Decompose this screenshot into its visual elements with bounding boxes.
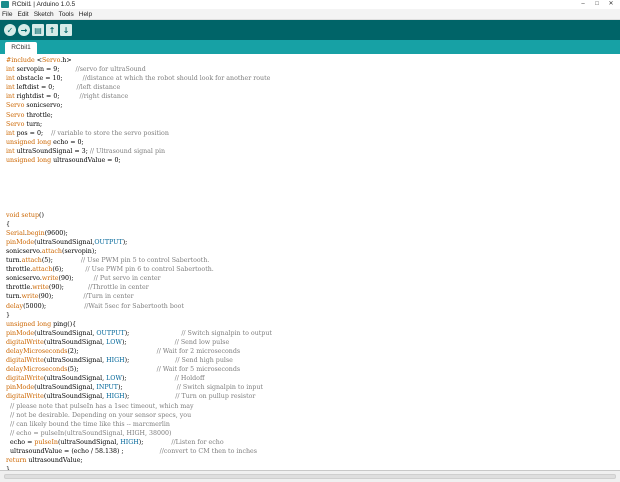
code-line[interactable] xyxy=(6,202,618,211)
code-line[interactable] xyxy=(6,165,618,174)
code-line[interactable]: Serial.begin(9600); xyxy=(6,229,618,238)
verify-button[interactable]: ✓ xyxy=(4,24,16,36)
code-line[interactable]: unsigned long ping(){ xyxy=(6,320,618,329)
save-sketch-button[interactable]: ↓ xyxy=(60,24,72,36)
arduino-app-icon xyxy=(1,1,9,8)
minimize-button[interactable]: – xyxy=(578,1,588,8)
code-line[interactable]: int pos = 0; // variable to store the se… xyxy=(6,129,618,138)
code-line[interactable]: pinMode(ultraSoundSignal, INPUT); // Swi… xyxy=(6,383,618,392)
code-editor[interactable]: #include <Servo.h> int servopin = 9; //se… xyxy=(0,54,620,470)
horizontal-scrollbar[interactable] xyxy=(0,470,620,482)
code-line[interactable]: unsigned long echo = 0; xyxy=(6,138,618,147)
code-line[interactable]: turn.write(90); //Turn in center xyxy=(6,292,618,301)
scrollbar-thumb[interactable] xyxy=(4,474,616,479)
code-line[interactable]: delayMicroseconds(5); // Wait for 5 micr… xyxy=(6,365,618,374)
code-line[interactable]: } xyxy=(6,311,618,320)
code-line[interactable]: #include <Servo.h> xyxy=(6,56,618,65)
code-line[interactable]: Servo turn; xyxy=(6,120,618,129)
code-line[interactable]: digitalWrite(ultraSoundSignal, HIGH); //… xyxy=(6,356,618,365)
arrow-right-icon: → xyxy=(20,25,28,35)
code-line[interactable]: int servopin = 9; //servo for ultraSound xyxy=(6,65,618,74)
code-line[interactable]: pinMode(ultraSoundSignal, OUTPUT); // Sw… xyxy=(6,329,618,338)
checkmark-icon: ✓ xyxy=(6,25,14,35)
code-line[interactable] xyxy=(6,192,618,201)
code-line[interactable] xyxy=(6,174,618,183)
toolbar: ✓ → ▤ ↑ ↓ xyxy=(0,20,620,40)
new-file-icon: ▤ xyxy=(34,25,42,35)
arrow-down-icon: ↓ xyxy=(62,25,70,35)
code-line[interactable]: return ultrasoundValue; xyxy=(6,456,618,465)
code-line[interactable]: int ultraSoundSignal = 3; // Ultrasound … xyxy=(6,147,618,156)
upload-button[interactable]: → xyxy=(18,24,30,36)
window-controls: – □ ✕ xyxy=(578,1,616,8)
tab-bar: RCbil1 xyxy=(0,40,620,54)
open-sketch-button[interactable]: ↑ xyxy=(46,24,58,36)
code-line[interactable]: delayMicroseconds(2); // Wait for 2 micr… xyxy=(6,347,618,356)
code-line[interactable]: ultrasoundValue = (echo / 58.138) ; //co… xyxy=(6,447,618,456)
code-line[interactable]: digitalWrite(ultraSoundSignal, HIGH); //… xyxy=(6,392,618,401)
code-line[interactable]: // please note that pulseIn has a 1sec t… xyxy=(6,402,618,411)
title-bar: RCbil1 | Arduino 1.0.5 – □ ✕ xyxy=(0,0,620,9)
code-line[interactable]: Servo throttle; xyxy=(6,111,618,120)
code-line[interactable]: sonicservo.write(90); // Put servo in ce… xyxy=(6,274,618,283)
close-button[interactable]: ✕ xyxy=(606,1,616,8)
code-line[interactable]: // can likely bound the time like this -… xyxy=(6,420,618,429)
arrow-up-icon: ↑ xyxy=(48,25,56,35)
code-line[interactable]: Servo sonicservo; xyxy=(6,101,618,110)
code-line[interactable]: void setup() xyxy=(6,211,618,220)
code-line[interactable]: delay(5000); //Wait 5sec for Sabertooth … xyxy=(6,302,618,311)
code-line[interactable]: digitalWrite(ultraSoundSignal, LOW); // … xyxy=(6,338,618,347)
tab-rcbil1[interactable]: RCbil1 xyxy=(5,42,37,54)
code-line[interactable]: turn.attach(5); // Use PWM pin 5 to cont… xyxy=(6,256,618,265)
code-line[interactable]: unsigned long ultrasoundValue = 0; xyxy=(6,156,618,165)
menu-sketch[interactable]: Sketch xyxy=(34,9,54,20)
code-line[interactable]: throttle.attach(6); // Use PWM pin 6 to … xyxy=(6,265,618,274)
menu-tools[interactable]: Tools xyxy=(59,9,74,20)
menu-help[interactable]: Help xyxy=(79,9,92,20)
menu-bar: File Edit Sketch Tools Help xyxy=(0,9,620,20)
new-sketch-button[interactable]: ▤ xyxy=(32,24,44,36)
code-line[interactable]: echo = pulseIn(ultraSoundSignal, HIGH); … xyxy=(6,438,618,447)
code-line[interactable]: digitalWrite(ultraSoundSignal, LOW); // … xyxy=(6,374,618,383)
menu-edit[interactable]: Edit xyxy=(17,9,28,20)
code-line[interactable]: // not be desirable. Depending on your s… xyxy=(6,411,618,420)
maximize-button[interactable]: □ xyxy=(592,1,602,8)
code-line[interactable] xyxy=(6,183,618,192)
code-line[interactable]: // echo = pulseIn(ultraSoundSignal, HIGH… xyxy=(6,429,618,438)
code-line[interactable]: pinMode(ultraSoundSignal,OUTPUT); xyxy=(6,238,618,247)
code-line[interactable]: int rightdist = 0; //right distance xyxy=(6,92,618,101)
code-line[interactable]: int obstacle = 10; //distance at which t… xyxy=(6,74,618,83)
code-line[interactable]: { xyxy=(6,220,618,229)
code-area[interactable]: #include <Servo.h> int servopin = 9; //se… xyxy=(6,56,618,470)
code-line[interactable]: throttle.write(90); //Throttle in center xyxy=(6,283,618,292)
code-line[interactable]: sonicservo.attach(servopin); xyxy=(6,247,618,256)
menu-file[interactable]: File xyxy=(2,9,12,20)
code-line[interactable]: int leftdist = 0; //left distance xyxy=(6,83,618,92)
